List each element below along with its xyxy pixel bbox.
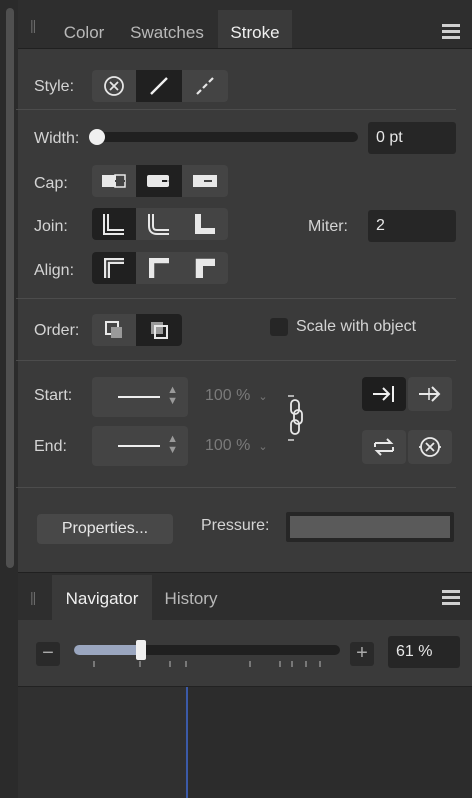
left-scrollbar-thumb[interactable] xyxy=(6,8,14,568)
properties-button[interactable]: Properties... xyxy=(37,514,173,544)
miter-join-icon xyxy=(103,214,124,235)
style-solid-button[interactable] xyxy=(136,70,182,102)
zoom-in-button[interactable]: + xyxy=(350,642,374,666)
cap-butt-button[interactable] xyxy=(92,165,136,197)
arrow-to-line-icon xyxy=(373,386,394,402)
navigator-preview[interactable] xyxy=(18,687,472,798)
up-down-chevron-icon: ▲ ▼ xyxy=(167,384,178,407)
tab-navigator[interactable]: Navigator xyxy=(52,575,152,621)
order-label: Order: xyxy=(34,322,80,339)
zoom-tick-marks xyxy=(93,661,321,667)
round-cap-icon xyxy=(147,175,172,187)
panel-grip-icon[interactable]: || xyxy=(30,589,36,605)
butt-cap-icon xyxy=(102,174,126,188)
style-dashed-button[interactable] xyxy=(182,70,228,102)
remove-arrowheads-button[interactable] xyxy=(408,430,452,464)
join-segmented-control xyxy=(92,208,228,240)
stroke-behind-icon xyxy=(105,321,122,338)
join-round-button[interactable] xyxy=(136,208,182,240)
cap-label: Cap: xyxy=(34,175,68,192)
link-scales-chain-icon[interactable] xyxy=(286,394,306,442)
tab-stroke[interactable]: Stroke xyxy=(218,10,292,48)
order-stroke-front-button[interactable] xyxy=(136,314,182,346)
swap-arrows-icon xyxy=(374,438,394,456)
start-label: Start: xyxy=(34,387,73,404)
cap-round-button[interactable] xyxy=(136,165,182,197)
chevron-down-icon: ⌄ xyxy=(258,391,268,403)
pressure-curve-field[interactable] xyxy=(286,512,454,542)
width-label: Width: xyxy=(34,130,80,147)
stroke-front-icon xyxy=(151,322,168,339)
cap-segmented-control xyxy=(92,165,228,197)
no-stroke-icon xyxy=(104,76,124,96)
arrowhead-at-end-button[interactable] xyxy=(362,377,406,411)
divider xyxy=(16,487,456,488)
swap-arrowheads-button[interactable] xyxy=(362,430,406,464)
width-field[interactable]: 0 pt xyxy=(368,122,456,154)
align-center-button[interactable] xyxy=(92,252,136,284)
align-inside-button[interactable] xyxy=(136,252,182,284)
align-center-icon xyxy=(104,258,124,278)
style-label: Style: xyxy=(34,78,75,95)
zoom-out-button[interactable]: − xyxy=(36,642,60,666)
align-segmented-control xyxy=(92,252,228,284)
clear-arrowheads-icon xyxy=(419,437,441,457)
zoom-slider-knob[interactable] xyxy=(136,640,146,660)
divider xyxy=(16,298,456,299)
line-preview-icon xyxy=(118,445,160,447)
navigator-panel-tabbar: || Navigator History xyxy=(18,572,472,621)
tab-color[interactable]: Color xyxy=(52,10,116,48)
width-slider-track[interactable] xyxy=(92,132,358,142)
solid-line-icon xyxy=(150,77,168,95)
pressure-curve-preview xyxy=(290,516,450,538)
panel-menu-icon[interactable] xyxy=(442,24,460,42)
navigator-view-edge xyxy=(186,687,188,798)
join-bevel-button[interactable] xyxy=(182,208,228,240)
divider xyxy=(16,109,456,110)
line-preview-icon xyxy=(118,396,160,398)
end-label: End: xyxy=(34,438,67,455)
scale-with-object-label: Scale with object xyxy=(296,318,417,335)
navigator-canvas-area xyxy=(18,687,186,798)
bevel-join-icon xyxy=(195,214,215,234)
width-slider-knob[interactable] xyxy=(89,129,105,145)
align-outside-button[interactable] xyxy=(182,252,228,284)
chevron-down-icon: ⌄ xyxy=(258,441,268,453)
order-stroke-behind-button[interactable] xyxy=(92,314,136,346)
scale-with-object-checkbox[interactable] xyxy=(270,318,288,336)
style-none-button[interactable] xyxy=(92,70,136,102)
align-label: Align: xyxy=(34,262,75,279)
up-down-chevron-icon: ▲ ▼ xyxy=(167,433,178,456)
navigator-zoom-row: − + 61 % xyxy=(18,620,472,687)
join-miter-button[interactable] xyxy=(92,208,136,240)
start-scale-field[interactable]: 100 % ⌄ xyxy=(205,387,268,405)
zoom-field[interactable]: 61 % xyxy=(388,636,460,668)
tab-history[interactable]: History xyxy=(154,575,228,621)
cap-square-button[interactable] xyxy=(182,165,228,197)
round-join-icon xyxy=(148,214,169,235)
miter-label: Miter: xyxy=(308,218,348,235)
miter-field[interactable]: 2 xyxy=(368,210,456,242)
align-inside-icon xyxy=(149,258,169,278)
order-segmented-control xyxy=(92,314,182,346)
style-segmented-control xyxy=(92,70,228,102)
divider xyxy=(16,360,456,361)
align-outside-icon xyxy=(194,257,215,278)
start-arrowhead-dropdown[interactable]: ▲ ▼ xyxy=(92,377,188,417)
panel-grip-icon[interactable]: || xyxy=(30,17,36,33)
tab-swatches[interactable]: Swatches xyxy=(116,10,218,48)
panel-menu-icon[interactable] xyxy=(442,590,460,608)
pressure-label: Pressure: xyxy=(201,517,270,534)
zoom-slider-fill xyxy=(74,645,141,655)
stroke-panel-tabbar: || Color Swatches Stroke xyxy=(18,0,472,49)
arrow-right-icon xyxy=(419,386,441,402)
square-cap-icon xyxy=(193,175,217,187)
join-label: Join: xyxy=(34,218,68,235)
end-arrowhead-dropdown[interactable]: ▲ ▼ xyxy=(92,426,188,466)
arrowhead-beyond-end-button[interactable] xyxy=(408,377,452,411)
end-scale-field[interactable]: 100 % ⌄ xyxy=(205,437,268,455)
dashed-line-icon xyxy=(196,77,214,95)
